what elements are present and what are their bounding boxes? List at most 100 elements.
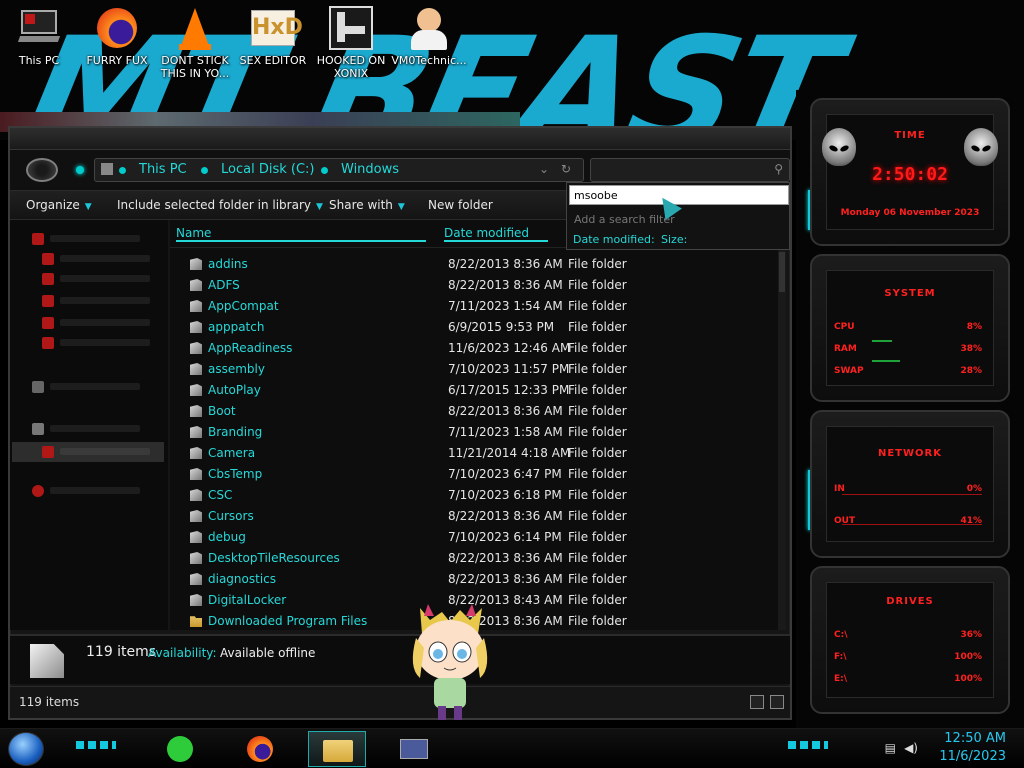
table-row[interactable]: AppCompat 7/11/2023 1:54 AM File folder (170, 296, 770, 317)
network-gadget[interactable]: NETWORK IN 0% OUT 41% (810, 410, 1010, 558)
drives-gadget[interactable]: DRIVES C:\ 36% F:\ 100% E:\ 100% (810, 566, 1010, 714)
taskbar-firefox[interactable] (230, 731, 288, 767)
taskbar-decoration (788, 741, 828, 749)
desktop-icon-sex-editor[interactable]: HxD SEX EDITOR (228, 4, 318, 67)
cpu-label: CPU (834, 322, 855, 332)
nav-item[interactable] (42, 336, 172, 350)
table-row[interactable]: CSC 7/10/2023 6:18 PM File folder (170, 485, 770, 506)
address-bar[interactable]: This PC Local Disk (C:) Windows ⌄ ↻ (94, 158, 584, 182)
column-date-modified[interactable]: Date modified (444, 226, 548, 242)
desktop-icon-vlc[interactable]: DONT STICK THIS IN YO... (150, 4, 240, 80)
firefox-icon (247, 736, 273, 762)
file-date-modified: 6/17/2015 12:33 PM (448, 383, 570, 397)
taskbar-decoration (76, 741, 116, 749)
table-row[interactable]: debug 7/10/2023 6:14 PM File folder (170, 527, 770, 548)
table-row[interactable]: AutoPlay 6/17/2015 12:33 PM File folder (170, 380, 770, 401)
desktop-icon-vm0technic[interactable]: VM0Technic... (384, 4, 474, 67)
folder-icon (190, 405, 202, 417)
file-name: addins (208, 257, 248, 271)
folder-icon (190, 321, 202, 333)
folder-icon (190, 531, 202, 543)
desktop-icon-furry-fux[interactable]: FURRY FUX (72, 4, 162, 67)
share-with-button[interactable]: Share with ▼ (329, 198, 405, 212)
table-row[interactable]: ADFS 8/22/2013 8:36 AM File folder (170, 275, 770, 296)
back-button[interactable] (26, 158, 58, 182)
organize-button[interactable]: Organize ▼ (26, 198, 92, 212)
system-gadget[interactable]: SYSTEM CPU 8% RAM 38% SWAP 28% (810, 254, 1010, 402)
search-popup: msoobe Add a search filter Date modified… (566, 182, 790, 250)
details-view-button[interactable] (750, 695, 764, 709)
breadcrumb-this-pc[interactable]: This PC (139, 162, 187, 177)
chevron-down-icon[interactable]: ⌄ (539, 162, 549, 176)
table-row[interactable]: Boot 8/22/2013 8:36 AM File folder (170, 401, 770, 422)
folder-icon (190, 258, 202, 270)
file-name: ADFS (208, 278, 240, 292)
table-row[interactable]: Branding 7/11/2023 1:58 AM File folder (170, 422, 770, 443)
folder-icon (190, 489, 202, 501)
network-icon[interactable]: ▤ (885, 741, 896, 755)
share-label: Share with (329, 198, 393, 212)
file-date-modified: 11/21/2014 4:18 AM (448, 446, 571, 460)
nav-item[interactable] (32, 484, 162, 498)
table-row[interactable]: assembly 7/10/2023 11:57 PM File folder (170, 359, 770, 380)
file-type: File folder (568, 509, 627, 523)
volume-icon[interactable]: ◀) (904, 741, 918, 755)
breadcrumb-windows[interactable]: Windows (341, 162, 399, 177)
desktop-icon-label: VM0Technic... (391, 54, 467, 67)
net-out-value: 41% (960, 516, 982, 526)
scroll-thumb[interactable] (779, 252, 785, 292)
time-gadget[interactable]: TIME 2:50:02 Monday 06 November 2023 (810, 98, 1010, 246)
recent-locations-icon[interactable] (76, 166, 84, 174)
new-folder-button[interactable]: New folder (428, 198, 493, 212)
table-row[interactable]: Cursors 8/22/2013 8:36 AM File folder (170, 506, 770, 527)
system-title: SYSTEM (884, 288, 936, 299)
file-date-modified: 8/22/2013 8:36 AM (448, 278, 563, 292)
file-date-modified: 7/10/2023 6:18 PM (448, 488, 562, 502)
taskbar-clock[interactable]: 12:50 AM 11/6/2023 (939, 730, 1006, 766)
refresh-icon[interactable]: ↻ (561, 162, 571, 176)
start-button[interactable] (8, 732, 44, 766)
nav-item[interactable] (32, 232, 162, 246)
filter-size[interactable]: Size: (661, 233, 687, 246)
include-in-library-button[interactable]: Include selected folder in library ▼ (117, 198, 323, 212)
table-row[interactable]: CbsTemp 7/10/2023 6:47 PM File folder (170, 464, 770, 485)
desktop-icon-hooked-on-xonix[interactable]: HOOKED ON XONIX (306, 4, 396, 80)
nav-item[interactable] (42, 316, 172, 330)
nav-item-label (50, 425, 140, 432)
navigation-pane[interactable] (10, 220, 168, 630)
vertical-scrollbar[interactable] (778, 250, 786, 630)
filter-date-modified[interactable]: Date modified: (573, 233, 655, 246)
column-name[interactable]: Name (176, 226, 426, 242)
nav-item[interactable] (32, 422, 162, 436)
nav-item[interactable] (32, 380, 162, 394)
file-name: AppReadiness (208, 341, 293, 355)
taskbar-control-panel[interactable] (384, 731, 442, 767)
file-name: diagnostics (208, 572, 277, 586)
nav-item[interactable] (42, 294, 172, 308)
time-date: Monday 06 November 2023 (840, 208, 980, 218)
file-type: File folder (568, 299, 627, 313)
search-icon[interactable]: ⚲ (774, 162, 783, 176)
table-row[interactable]: apppatch 6/9/2015 9:53 PM File folder (170, 317, 770, 338)
search-box[interactable]: ⚲ (590, 158, 790, 182)
table-row[interactable]: Camera 11/21/2014 4:18 AM File folder (170, 443, 770, 464)
folder-icon (190, 384, 202, 396)
title-bar[interactable] (10, 128, 790, 150)
table-row[interactable]: diagnostics 8/22/2013 8:36 AM File folder (170, 569, 770, 590)
table-row[interactable]: DesktopTileResources 8/22/2013 8:36 AM Fil… (170, 548, 770, 569)
file-name: Branding (208, 425, 263, 439)
taskbar-file-explorer[interactable] (308, 731, 366, 767)
nav-item[interactable] (42, 252, 172, 266)
file-list[interactable]: Name Date modified addins 8/22/2013 8:36 … (170, 220, 786, 630)
large-icons-view-button[interactable] (770, 695, 784, 709)
taskbar-spotify[interactable] (150, 731, 208, 767)
search-input[interactable]: msoobe (569, 185, 789, 205)
nav-item-local-disk[interactable] (42, 445, 172, 459)
file-date-modified: 8/22/2013 8:36 AM (448, 509, 563, 523)
nav-item[interactable] (42, 272, 172, 286)
desktop: MT BEAST This PC FURRY FUX DONT STICK TH… (0, 0, 1024, 768)
file-type: File folder (568, 257, 627, 271)
table-row[interactable]: addins 8/22/2013 8:36 AM File folder (170, 254, 770, 275)
breadcrumb-local-disk[interactable]: Local Disk (C:) (221, 162, 314, 177)
table-row[interactable]: AppReadiness 11/6/2023 12:46 AM File folde… (170, 338, 770, 359)
